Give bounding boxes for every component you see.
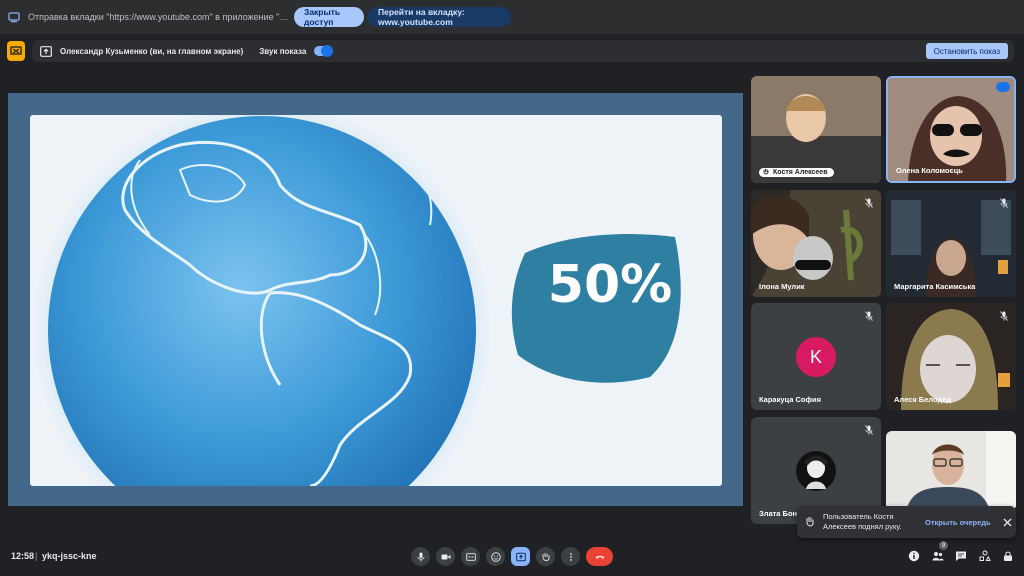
- participant-name: Олена Коломоєць: [896, 166, 963, 175]
- participant-name: Алеся Белодед: [894, 395, 952, 404]
- present-icon: [7, 41, 25, 61]
- mic-off-icon: [865, 425, 873, 435]
- presenter-bar: Олександр Кузьменко (ви, на главном экра…: [0, 38, 1024, 64]
- participant-name: Злата Бонд: [759, 509, 802, 518]
- participant-tile[interactable]: Алеся Белодед: [886, 303, 1016, 410]
- stop-sharing-button[interactable]: Закрыть доступ: [294, 7, 364, 27]
- raise-hand-icon: [806, 517, 814, 527]
- stop-presenting-button[interactable]: Остановить показ: [925, 43, 1008, 59]
- clock: 12:58: [11, 551, 35, 561]
- participant-name: Костя Алексеев: [759, 168, 834, 177]
- mic-off-icon: [1000, 311, 1008, 321]
- raise-hand-icon: [542, 552, 549, 561]
- speaking-indicator: [996, 82, 1010, 92]
- reactions-button[interactable]: [486, 547, 505, 566]
- tab-share-icon: [8, 12, 20, 23]
- presentation-stage: 50%: [8, 93, 743, 506]
- emoji-icon: [490, 551, 501, 562]
- people-icon[interactable]: [932, 550, 944, 562]
- mic-off-icon: [1000, 198, 1008, 208]
- participant-name: Каракуца София: [759, 395, 822, 404]
- presenter-name: Олександр Кузьменко (ви, на главном экра…: [60, 46, 244, 56]
- present-now-icon: [515, 552, 526, 561]
- presenter-info: Олександр Кузьменко (ви, на главном экра…: [32, 40, 1014, 62]
- go-to-tab-button[interactable]: Перейти на вкладку: www.youtube.com: [368, 7, 511, 27]
- meeting-code: ykq-jssc-kne: [42, 551, 97, 561]
- open-queue-link[interactable]: Открыть очередь: [925, 518, 991, 527]
- participant-video: [886, 303, 1016, 410]
- raised-hand-toast: Пользователь Костя Алексеев поднял руку.…: [797, 506, 1016, 538]
- participant-tile-speaking[interactable]: Олена Коломоєць: [886, 76, 1016, 183]
- avatar: K: [796, 337, 836, 377]
- more-options-button[interactable]: [561, 547, 580, 566]
- bottom-control-bar: 12:58 | ykq-jssc-kne 9: [0, 540, 1024, 576]
- screen-share-icon: [40, 45, 52, 57]
- tab-share-notice-bar: Отправка вкладки "https://www.youtube.co…: [0, 0, 1024, 34]
- hangup-icon: [595, 555, 604, 559]
- share-notice-text: Отправка вкладки "https://www.youtube.co…: [28, 12, 290, 22]
- raise-hand-button[interactable]: [536, 547, 555, 566]
- toast-message: Пользователь Костя Алексеев поднял руку.: [823, 512, 902, 531]
- captions-button[interactable]: [461, 547, 480, 566]
- participant-tile[interactable]: Маргарита Касимська: [886, 190, 1016, 297]
- shared-slide: 50%: [30, 115, 722, 486]
- participant-tile[interactable]: [886, 431, 1016, 511]
- participant-name: Ілона Мулик: [759, 282, 805, 291]
- raise-hand-icon: [763, 168, 769, 175]
- percentage-label: 50%: [547, 255, 673, 315]
- mic-off-icon: [865, 311, 873, 321]
- participant-tile[interactable]: Костя Алексеев: [751, 76, 881, 183]
- info-icon[interactable]: [908, 550, 920, 562]
- mic-icon: [417, 552, 424, 561]
- close-icon[interactable]: [1003, 518, 1012, 527]
- sound-label: Звук показа: [259, 46, 307, 56]
- camera-icon: [441, 554, 450, 559]
- mic-button[interactable]: [411, 547, 430, 566]
- chat-icon[interactable]: [955, 550, 967, 562]
- participant-video: [886, 431, 1016, 511]
- participant-video: [751, 76, 881, 183]
- camera-button[interactable]: [436, 547, 455, 566]
- avatar: [796, 451, 836, 491]
- lock-icon[interactable]: [1002, 550, 1014, 562]
- participant-tile[interactable]: K Каракуца София: [751, 303, 881, 410]
- mic-off-icon: [865, 198, 873, 208]
- present-now-button[interactable]: [511, 547, 530, 566]
- participant-name: Маргарита Касимська: [894, 282, 976, 291]
- participant-video: [886, 190, 1016, 297]
- people-count-badge: 9: [939, 541, 948, 550]
- sound-toggle[interactable]: [314, 45, 334, 57]
- separator: |: [35, 551, 38, 561]
- participant-tile[interactable]: Ілона Мулик: [751, 190, 881, 297]
- activities-icon[interactable]: [979, 550, 991, 562]
- captions-icon: [465, 552, 476, 561]
- leave-call-button[interactable]: [586, 547, 613, 566]
- more-options-icon: [569, 552, 572, 561]
- participant-video: [751, 190, 881, 297]
